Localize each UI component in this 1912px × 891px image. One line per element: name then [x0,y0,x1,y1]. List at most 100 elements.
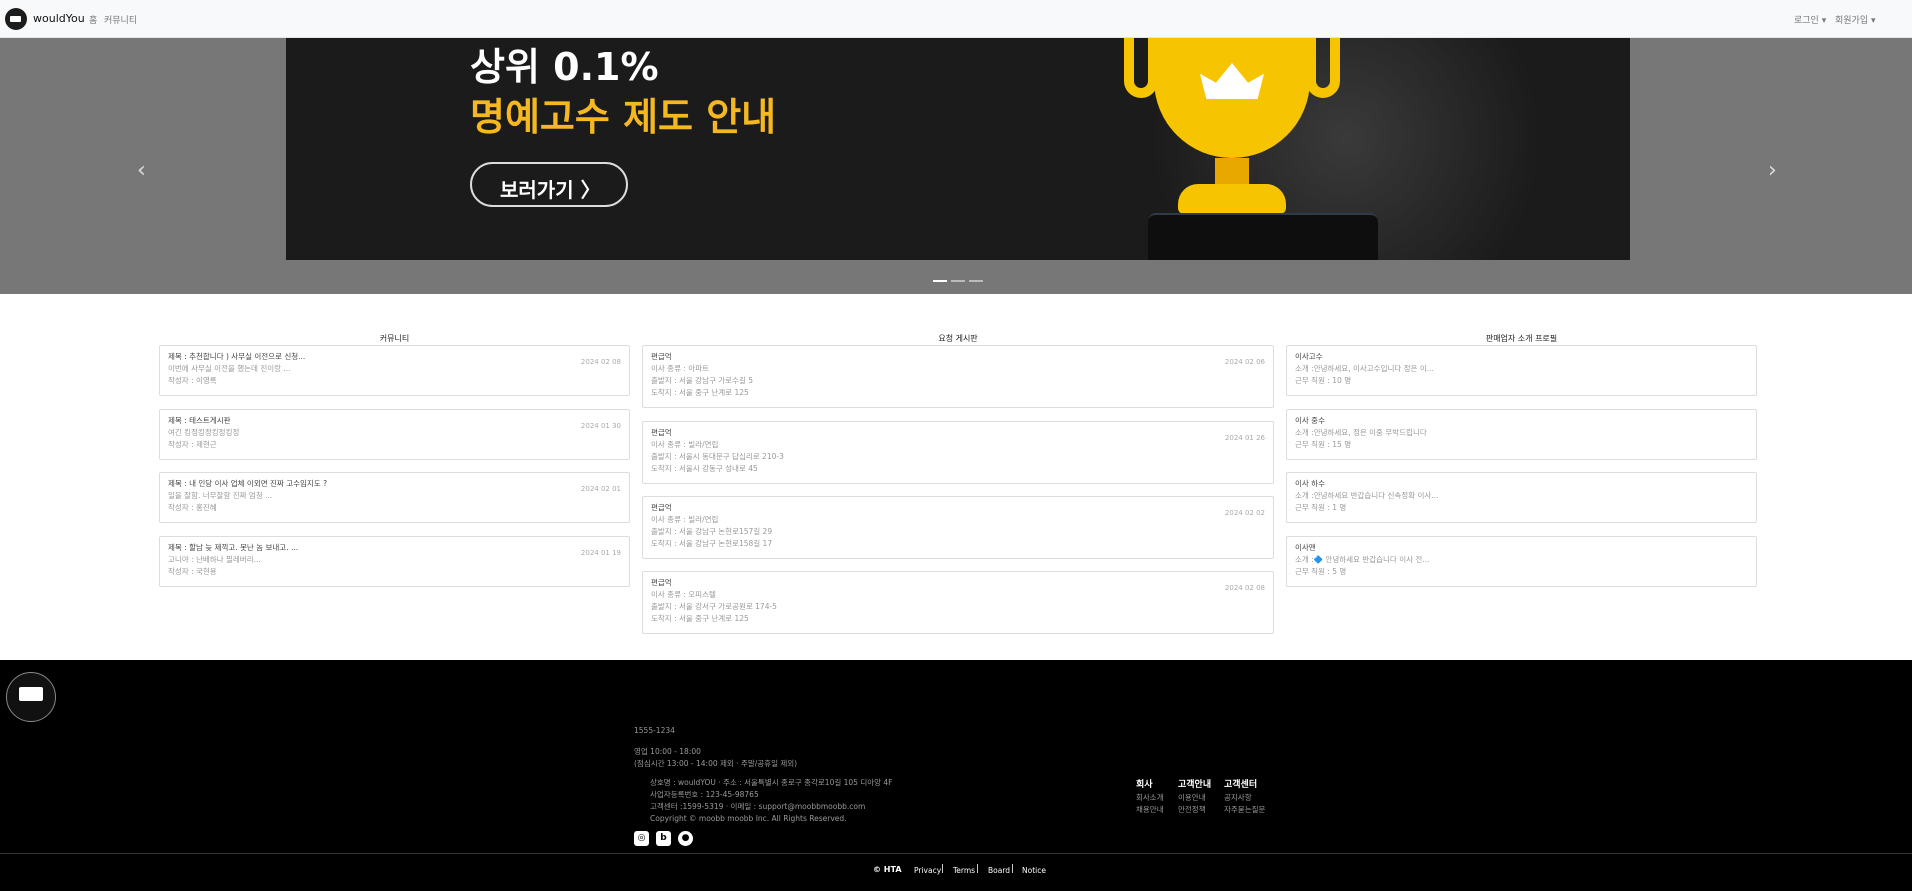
request-card[interactable]: 편급억 이사 종류 : 빌라/연립 출발지 : 서울시 동대문구 답십리로 21… [642,421,1274,484]
footer: 1555-1234 영업 10:00 - 18:00 (점심시간 13:00 -… [0,660,1912,891]
truck-logo-icon[interactable] [5,8,27,30]
seller-intro: 소개 :안녕하세요, 정은 이중 무박드립니다 [1295,428,1427,437]
navbar: wouldYou 홈 커뮤니티 로그인 ▾ 회원가입 ▾ [0,0,1912,38]
request-card[interactable]: 편급억 이사 종류 : 오피스텔 출발지 : 서울 강서구 가로공원로 174-… [642,571,1274,634]
request-kind: 이사 종류 : 빌라/연립 [651,440,719,449]
request-card[interactable]: 편급억 이사 종류 : 아파트 출발지 : 서울 강남구 가로수길 5 도착지 … [642,345,1274,408]
footer-copyright: Copyright © moobb moobb Inc. All Rights … [650,814,847,823]
slide-subheadline: 명예고수 제도 안내 [470,95,777,139]
request-type: 편급억 [651,428,672,437]
nav-community-link[interactable]: 커뮤니티 [104,13,137,26]
seller-profile-card[interactable]: 이사 하수 소개 :안녕하세요 반갑습니다 신속정확 이사... 근무 직원 :… [1286,472,1757,523]
footer-link[interactable]: 안전정책 [1178,804,1206,815]
footer-separator: | [941,864,945,874]
footer-link[interactable]: 공지사항 [1224,792,1252,803]
banner-carousel: 상위 0.1% 명예고수 제도 안내 보러가기 〉 ‹ › [0,38,1912,294]
carousel-indicator[interactable] [933,280,947,282]
post-date: 2024 02 01 [580,485,621,493]
post-date: 2024 01 30 [580,422,621,430]
request-date: 2024 01 26 [1224,434,1265,442]
community-post-card[interactable]: 제목 : 할남 늦 제끽고. 못난 놈 보내고. ... 고니야 : 난배하나 … [159,536,630,587]
signup-dropdown[interactable]: 회원가입 ▾ [1835,13,1876,26]
request-type: 편급억 [651,578,672,587]
request-kind: 이사 종류 : 아파트 [651,364,709,373]
community-post-card[interactable]: 제목 : 내 인당 이사 업체 이외면 진짜 고수임지도 ? 일을 잘함. 너무… [159,472,630,523]
instagram-icon[interactable]: ◎ [634,831,649,846]
seller-intro: 소개 :🔷 안녕하세요 반갑습니다 이사 전... [1295,555,1430,564]
footer-link[interactable]: 자주묻는질문 [1224,804,1265,815]
seller-profile-card[interactable]: 이사고수 소개 :안녕하세요, 이사고수입니다 정은 이... 근무 직원 : … [1286,345,1757,396]
seller-section-title: 판매업자 소개 프로필 [1485,334,1558,343]
post-author: 작성자 : 홍진혜 [168,503,217,512]
community-section-title: 커뮤니티 [379,334,410,343]
request-to: 도착지 : 서울 강남구 논현로158길 17 [651,539,773,548]
trophy-handle-right [1306,38,1340,98]
request-type: 편급억 [651,503,672,512]
footer-bizno: 사업자등록번호 : 123-45-98765 [650,790,759,799]
request-from: 출발지 : 서울 강서구 가로공원로 174-5 [651,602,777,611]
blog-icon[interactable]: b [656,831,671,846]
community-post-card[interactable]: 제목 : 테스트게시판 여긴 킹정킹정킹정킹정 작성자 : 제현근 2024 0… [159,409,630,460]
footer-hours: 영업 10:00 - 18:00 [634,747,701,756]
request-card[interactable]: 편급억 이사 종류 : 빌라/연립 출발지 : 서울 강남구 논현로157길 2… [642,496,1274,559]
seller-name: 이사 중수 [1295,416,1325,425]
footer-col-guide-head: 고객안내 [1178,780,1212,790]
footer-col-company-head: 회사 [1136,780,1153,790]
footer-phone: 1555-1234 [634,726,675,735]
slide-view-button[interactable]: 보러가기 〉 [470,162,628,207]
post-body: 일을 잘함. 너무잘함 진짜 엄청 ... [168,491,273,500]
seller-name: 이사맨 [1295,543,1316,552]
post-author: 작성자 : 국현용 [168,567,217,576]
trophy-pedestal [1148,213,1378,260]
brand-name[interactable]: wouldYou [33,12,85,25]
post-body: 이번에 사무실 이전을 했는데 진이랑 ... [168,364,291,373]
request-to: 도착지 : 서울시 강동구 성내로 45 [651,464,758,473]
nav-home-link[interactable]: 홈 [89,13,97,26]
community-post-card[interactable]: 제목 : 추천합니다 ) 사무실 이전으로 신청... 이번에 사무실 이전을 … [159,345,630,396]
post-author: 작성자 : 제현근 [168,440,217,449]
request-date: 2024 02 06 [1224,358,1265,366]
footer-link[interactable]: 회사소개 [1136,792,1164,803]
seller-name: 이사고수 [1295,352,1323,361]
post-title: 제목 : 추천합니다 ) 사무실 이전으로 신청... [168,352,306,361]
seller-name: 이사 하수 [1295,479,1325,488]
footer-contact: 고객센터 :1599-5319 · 이메일 : support@moobbmoo… [650,802,866,811]
seller-staff: 근무 직원 : 1 명 [1295,503,1347,512]
post-title: 제목 : 할남 늦 제끽고. 못난 놈 보내고. ... [168,543,299,552]
seller-intro: 소개 :안녕하세요, 이사고수입니다 정은 이... [1295,364,1434,373]
footer-company: 상호명 : wouldYOU · 주소 : 서울특별시 종로구 종각로10길 1… [650,778,893,787]
footer-link[interactable]: 이용안내 [1178,792,1206,803]
post-date: 2024 01 19 [580,549,621,557]
trophy-base [1178,184,1286,214]
privacy-link[interactable]: Privacy [914,866,941,875]
trophy-stem [1215,158,1249,186]
terms-link[interactable]: Terms [953,866,975,875]
seller-intro: 소개 :안녕하세요 반갑습니다 신속정확 이사... [1295,491,1439,500]
trophy-handle-left [1124,38,1158,98]
seller-staff: 근무 직원 : 15 명 [1295,440,1352,449]
carousel-prev-icon[interactable]: ‹ [137,158,146,183]
footer-link[interactable]: 채용안내 [1136,804,1164,815]
seller-profile-card[interactable]: 이사 중수 소개 :안녕하세요, 정은 이중 무박드립니다 근무 직원 : 15… [1286,409,1757,460]
seller-profile-card[interactable]: 이사맨 소개 :🔷 안녕하세요 반갑습니다 이사 전... 근무 직원 : 5 … [1286,536,1757,587]
seller-staff: 근무 직원 : 10 명 [1295,376,1352,385]
github-icon[interactable]: ● [678,831,693,846]
login-dropdown[interactable]: 로그인 ▾ [1794,13,1826,26]
request-date: 2024 02 02 [1224,509,1265,517]
request-date: 2024 02 08 [1224,584,1265,592]
post-author: 작성자 : 이영록 [168,376,217,385]
carousel-slide[interactable]: 상위 0.1% 명예고수 제도 안내 보러가기 〉 [286,38,1630,260]
footer-lunch: (점심시간 13:00 - 14:00 제외 · 주말/공휴일 제외) [634,759,798,768]
notice-link[interactable]: Notice [1022,866,1046,875]
request-kind: 이사 종류 : 빌라/연립 [651,515,719,524]
request-from: 출발지 : 서울 강남구 논현로157길 29 [651,527,773,536]
request-to: 도착지 : 서울 중구 난계로 125 [651,614,749,623]
post-title: 제목 : 내 인당 이사 업체 이외면 진짜 고수임지도 ? [168,479,328,488]
request-kind: 이사 종류 : 오피스텔 [651,590,716,599]
carousel-indicator[interactable] [951,280,965,282]
post-body: 여긴 킹정킹정킹정킹정 [168,428,240,437]
carousel-indicator[interactable] [969,280,983,282]
carousel-next-icon[interactable]: › [1768,158,1777,183]
board-link[interactable]: Board [988,866,1010,875]
footer-hta-brand: © HTA [873,865,902,874]
